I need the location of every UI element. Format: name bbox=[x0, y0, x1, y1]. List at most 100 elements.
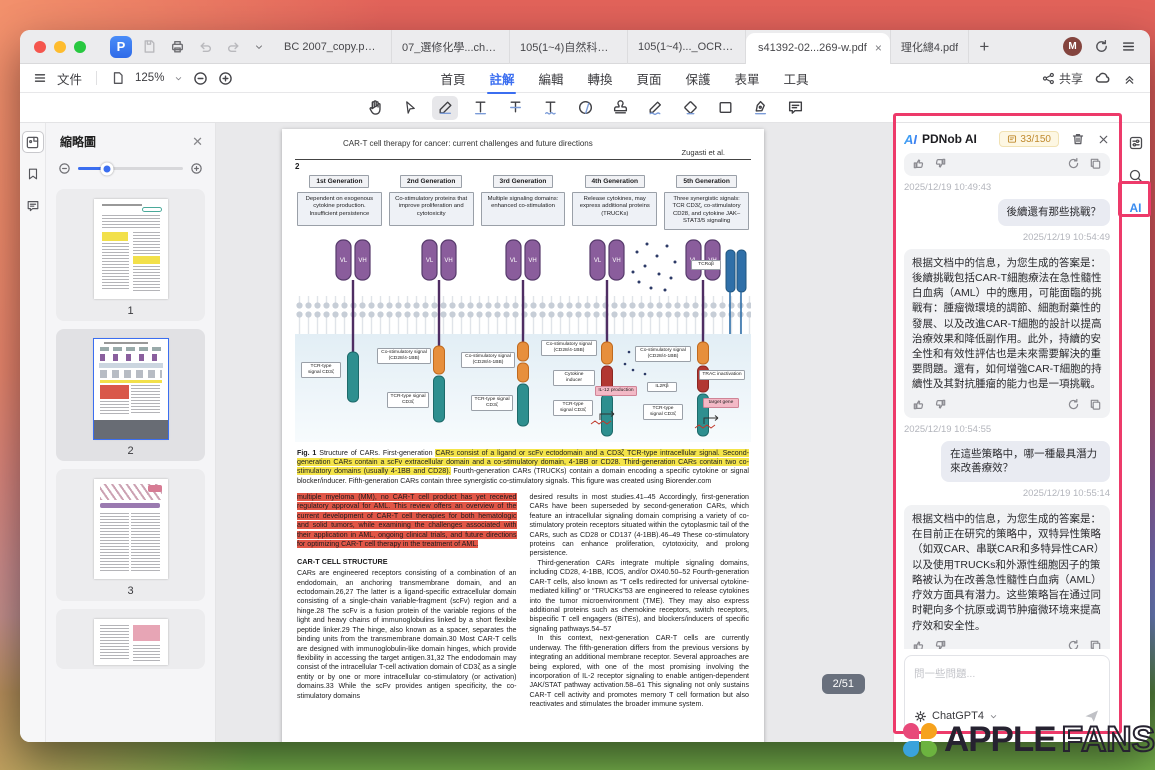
save-icon[interactable] bbox=[142, 39, 157, 54]
select-tool-button[interactable] bbox=[397, 96, 423, 120]
chat-input[interactable] bbox=[914, 668, 1100, 680]
comment-icon bbox=[787, 99, 804, 116]
signature-tool-button[interactable] bbox=[642, 96, 668, 120]
svg-text:VL: VL bbox=[594, 258, 602, 264]
page-thumbnail[interactable]: 4 bbox=[56, 609, 205, 669]
search-icon[interactable] bbox=[1128, 168, 1144, 184]
close-window-button[interactable] bbox=[34, 41, 46, 53]
ribbon-tab-page[interactable]: 頁面 bbox=[635, 64, 664, 93]
comments-panel-button[interactable] bbox=[22, 195, 44, 217]
file-menu[interactable]: 文件 bbox=[57, 69, 82, 88]
stamp-icon bbox=[612, 99, 629, 116]
file-menu-icon[interactable] bbox=[33, 71, 47, 85]
copy-icon[interactable] bbox=[1089, 157, 1102, 170]
comment-tool-button[interactable] bbox=[782, 96, 808, 120]
ribbon-tab-home[interactable]: 首頁 bbox=[438, 64, 467, 93]
zoom-in-icon[interactable] bbox=[190, 162, 203, 175]
slider-knob[interactable] bbox=[101, 162, 114, 175]
regenerate-icon[interactable] bbox=[1067, 157, 1080, 170]
undo-icon[interactable] bbox=[198, 39, 213, 54]
copy-icon[interactable] bbox=[1089, 639, 1102, 649]
zoom-level[interactable]: 125% bbox=[135, 72, 164, 84]
ribbon-tab-edit[interactable]: 編輯 bbox=[536, 64, 565, 93]
thumbs-up-icon[interactable] bbox=[912, 639, 925, 649]
squiggly-tool-button[interactable] bbox=[537, 96, 563, 120]
quota-badge: 33/150 bbox=[999, 131, 1059, 147]
stamp-tool-button[interactable] bbox=[607, 96, 633, 120]
pen-tool-button[interactable] bbox=[747, 96, 773, 120]
page-thumbnail[interactable]: 1 bbox=[56, 189, 205, 321]
regenerate-icon[interactable] bbox=[1067, 639, 1080, 649]
rectangle-tool-button[interactable] bbox=[712, 96, 738, 120]
paper-page-number: 2 bbox=[295, 162, 751, 171]
close-tab-icon[interactable]: × bbox=[875, 41, 882, 55]
highlight-tool-button[interactable] bbox=[432, 96, 458, 120]
close-panel-icon[interactable] bbox=[1097, 133, 1110, 146]
ribbon-tab-protect[interactable]: 保護 bbox=[684, 64, 713, 93]
share-button[interactable]: 共享 bbox=[1042, 70, 1083, 87]
ribbon-tabs: 首頁 註解 編輯 轉換 頁面 保護 表單 工具 bbox=[438, 64, 810, 93]
sync-icon[interactable] bbox=[1094, 39, 1109, 54]
bookmarks-panel-button[interactable] bbox=[22, 163, 44, 185]
diagram-label: IL2Rβ bbox=[647, 382, 677, 393]
ai-message: 根据文档中的信息，为您生成的答案是：後續挑戰包括CAR-T細胞療法在急性髓性白血… bbox=[904, 249, 1110, 418]
ribbon-tab-forms[interactable]: 表單 bbox=[733, 64, 762, 93]
avatar[interactable]: M bbox=[1063, 37, 1082, 56]
diagram-label: IL-12 production bbox=[595, 386, 637, 397]
generation-title: 3rd Generation bbox=[493, 175, 554, 188]
tab-document[interactable]: 105(1~4)自然科題本.pdf bbox=[510, 30, 628, 64]
main-toolbar: 文件 125% 首頁 註解 編輯 轉換 頁面 保護 表單 工具 共享 bbox=[20, 64, 1150, 93]
timestamp: 2025/12/19 10:54:55 bbox=[904, 424, 1110, 435]
zoom-out-icon[interactable] bbox=[193, 71, 208, 86]
clear-chat-icon[interactable] bbox=[1071, 132, 1085, 146]
annotation-toolbar bbox=[20, 93, 1150, 123]
print-icon[interactable] bbox=[170, 39, 185, 54]
zoom-window-button[interactable] bbox=[74, 41, 86, 53]
tab-document[interactable]: 105(1~4)..._OCR.pdf bbox=[628, 30, 746, 64]
regenerate-icon[interactable] bbox=[1067, 398, 1080, 411]
thumbs-down-icon[interactable] bbox=[934, 639, 947, 649]
properties-icon[interactable] bbox=[1128, 135, 1144, 151]
thumbnail-page-number: 2 bbox=[127, 445, 133, 457]
shapes-tool-button[interactable] bbox=[572, 96, 598, 120]
chevron-down-icon[interactable] bbox=[174, 74, 183, 83]
cloud-icon[interactable] bbox=[1095, 70, 1111, 86]
thumbnail-list: 1 2 bbox=[46, 185, 215, 742]
hand-tool-button[interactable] bbox=[362, 96, 388, 120]
underline-tool-button[interactable] bbox=[467, 96, 493, 120]
ribbon-tab-convert[interactable]: 轉換 bbox=[585, 64, 614, 93]
tab-document[interactable]: BC 2007_copy.pdf * bbox=[274, 30, 392, 64]
zoom-in-icon[interactable] bbox=[218, 71, 233, 86]
page-thumbnail[interactable]: 3 bbox=[56, 469, 205, 601]
copy-icon[interactable] bbox=[1089, 398, 1102, 411]
ribbon-tab-tools[interactable]: 工具 bbox=[782, 64, 811, 93]
eraser-tool-button[interactable] bbox=[677, 96, 703, 120]
timestamp: 2025/12/19 10:49:43 bbox=[904, 182, 1110, 193]
thumbs-down-icon[interactable] bbox=[934, 398, 947, 411]
thumbs-up-icon[interactable] bbox=[912, 398, 925, 411]
thumbs-up-icon[interactable] bbox=[912, 157, 925, 170]
thumbnails-panel-button[interactable] bbox=[22, 131, 44, 153]
ribbon-tab-annotate[interactable]: 註解 bbox=[487, 64, 516, 93]
thumbnail-preview bbox=[94, 479, 168, 579]
tab-document-active[interactable]: s41392-02...269-w.pdf × bbox=[746, 33, 890, 64]
ai-panel-toggle-button[interactable]: AI bbox=[1130, 201, 1142, 215]
close-panel-icon[interactable]: ✕ bbox=[192, 134, 203, 150]
page-view-icon[interactable] bbox=[111, 71, 125, 85]
tab-document[interactable]: 07_選修化學...ch5.pdf bbox=[392, 30, 510, 64]
minimize-window-button[interactable] bbox=[54, 41, 66, 53]
app-window: P BC 2007_copy.pdf * 07_選修化學...ch5.pdf 1… bbox=[20, 30, 1150, 742]
pdf-viewer[interactable]: CAR-T cell therapy for cancer: current c… bbox=[216, 123, 893, 742]
redo-icon[interactable] bbox=[226, 39, 241, 54]
new-tab-button[interactable]: + bbox=[969, 30, 999, 64]
zoom-out-icon[interactable] bbox=[58, 162, 71, 175]
menu-icon[interactable] bbox=[1121, 39, 1136, 54]
collapse-toolbar-icon[interactable] bbox=[1123, 72, 1136, 85]
svg-text:VL: VL bbox=[426, 258, 434, 264]
tab-document[interactable]: 理化總4.pdf bbox=[890, 30, 969, 64]
strikethrough-tool-button[interactable] bbox=[502, 96, 528, 120]
chevron-down-icon[interactable] bbox=[254, 42, 264, 52]
slider-track[interactable] bbox=[78, 167, 183, 170]
page-thumbnail-selected[interactable]: 2 bbox=[56, 329, 205, 461]
thumbs-down-icon[interactable] bbox=[934, 157, 947, 170]
